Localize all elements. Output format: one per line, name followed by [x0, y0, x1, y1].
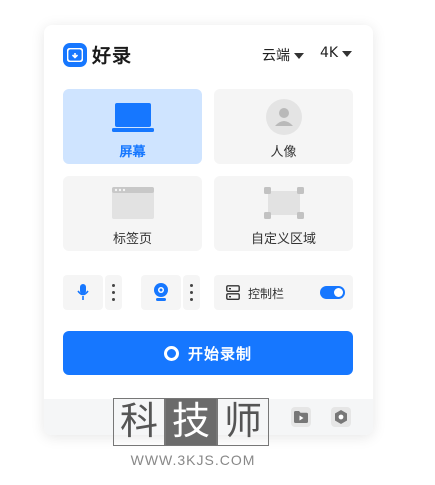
- watermark-char: 科: [113, 398, 165, 446]
- browser-tab-icon: [111, 187, 154, 219]
- resolution-label: 4K: [320, 45, 339, 61]
- watermark-char: 师: [217, 398, 269, 446]
- recorder-panel: 好录 云端 4K 屏幕 人像 标签页 自定义区域 控制栏 开始录制: [44, 25, 373, 435]
- watermark-url: WWW.3KJS.COM: [130, 452, 256, 468]
- microphone-icon: [77, 284, 89, 300]
- app-name: 好录: [92, 45, 133, 67]
- header: 好录 云端 4K: [44, 25, 373, 81]
- control-bar-icon: [226, 285, 240, 300]
- mode-screen[interactable]: 屏幕: [63, 89, 202, 164]
- settings-icon[interactable]: [331, 407, 351, 427]
- control-bar-toggle[interactable]: [320, 286, 345, 299]
- custom-region-icon: [263, 187, 304, 219]
- more-vertical-icon: [190, 284, 193, 305]
- record-icon: [163, 345, 179, 361]
- camera-options-button[interactable]: [183, 275, 200, 310]
- toggle-knob: [334, 288, 343, 297]
- watermark-char: 技: [165, 398, 217, 446]
- mode-person[interactable]: 人像: [214, 89, 353, 164]
- mode-label: 自定义区域: [250, 232, 316, 247]
- laptop-icon: [111, 103, 154, 132]
- caret-down-icon: [294, 52, 304, 59]
- mode-tab[interactable]: 标签页: [63, 176, 202, 251]
- storage-dropdown[interactable]: 云端: [262, 45, 304, 65]
- caret-down-icon: [342, 50, 353, 57]
- watermark: 科 技 师 WWW.3KJS.COM: [113, 398, 273, 473]
- microphone-options-button[interactable]: [105, 275, 122, 310]
- mode-label: 人像: [270, 145, 297, 160]
- control-bar-label: 控制栏: [248, 287, 285, 301]
- folder-play-icon[interactable]: [291, 407, 311, 427]
- control-bar-row: 控制栏: [214, 275, 353, 310]
- microphone-button[interactable]: [63, 275, 103, 310]
- webcam-icon: [154, 283, 168, 301]
- more-vertical-icon: [112, 284, 115, 305]
- start-recording-label: 开始录制: [187, 344, 252, 363]
- mode-label: 屏幕: [119, 145, 146, 160]
- camera-button[interactable]: [141, 275, 181, 310]
- mode-label: 标签页: [112, 232, 152, 247]
- start-recording-button[interactable]: 开始录制: [63, 331, 353, 375]
- app-logo-icon: [63, 43, 87, 67]
- resolution-dropdown[interactable]: 4K: [320, 45, 353, 61]
- person-icon: [265, 99, 302, 135]
- storage-label: 云端: [262, 48, 290, 64]
- mode-custom-region[interactable]: 自定义区域: [214, 176, 353, 251]
